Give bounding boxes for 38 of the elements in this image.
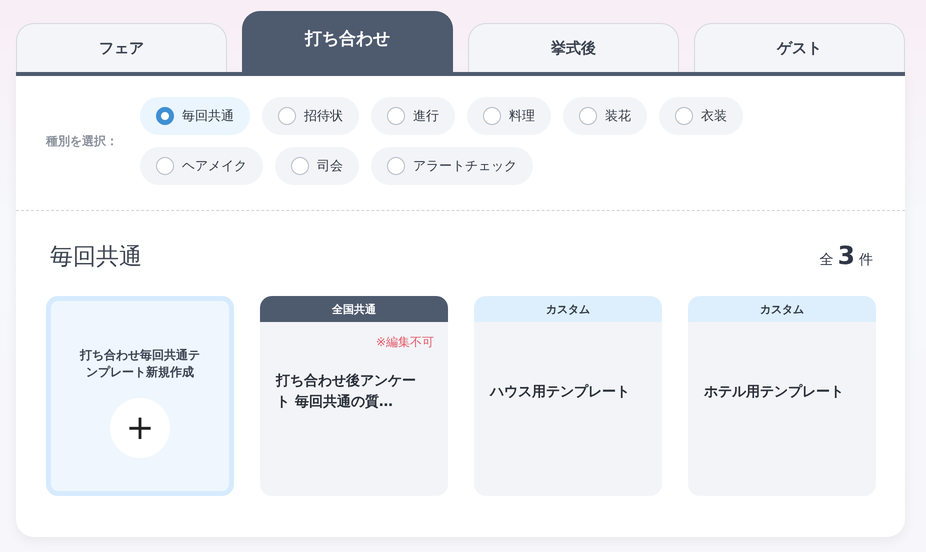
template-title: 打ち合わせ後アンケート 毎回共通の質… bbox=[276, 372, 416, 412]
template-card[interactable]: カスタム ハウス用テンプレート bbox=[474, 296, 662, 496]
create-template-card[interactable]: 打ち合わせ毎回共通テンプレート新規作成 + bbox=[46, 296, 234, 496]
radio-icon bbox=[387, 107, 405, 125]
radio-icon bbox=[156, 107, 174, 125]
edit-restriction-note: ※編集不可 bbox=[376, 334, 434, 351]
filter-label: 種別を選択： bbox=[46, 132, 119, 150]
radio-icon bbox=[291, 157, 309, 175]
category-option[interactable]: アラートチェック bbox=[371, 147, 533, 185]
template-card[interactable]: カスタム ホテル用テンプレート bbox=[688, 296, 876, 496]
category-option[interactable]: 招待状 bbox=[262, 97, 359, 135]
radio-icon bbox=[579, 107, 597, 125]
category-option[interactable]: 料理 bbox=[467, 97, 551, 135]
template-type-label: カスタム bbox=[688, 296, 876, 322]
template-title: ホテル用テンプレート bbox=[704, 383, 844, 402]
radio-icon bbox=[675, 107, 693, 125]
template-type-label: 全国共通 bbox=[260, 296, 448, 322]
count-prefix: 全 bbox=[820, 251, 834, 269]
category-option[interactable]: 進行 bbox=[371, 97, 455, 135]
count-number: 3 bbox=[838, 241, 855, 270]
category-option[interactable]: 装花 bbox=[563, 97, 647, 135]
template-type-label: カスタム bbox=[474, 296, 662, 322]
tab[interactable]: ゲスト bbox=[694, 23, 905, 72]
radio-icon bbox=[156, 157, 174, 175]
category-option[interactable]: 衣装 bbox=[659, 97, 743, 135]
category-option[interactable]: 司会 bbox=[275, 147, 359, 185]
tab[interactable]: フェア bbox=[16, 23, 227, 72]
category-option[interactable]: 毎回共通 bbox=[140, 97, 250, 135]
radio-icon bbox=[278, 107, 296, 125]
radio-icon bbox=[483, 107, 501, 125]
tab[interactable]: 打ち合わせ bbox=[242, 11, 453, 72]
section-title: 毎回共通 bbox=[50, 243, 142, 272]
radio-icon bbox=[387, 157, 405, 175]
tab[interactable]: 挙式後 bbox=[468, 23, 679, 72]
template-card[interactable]: 全国共通 ※編集不可 打ち合わせ後アンケート 毎回共通の質… bbox=[260, 296, 448, 496]
count-suffix: 件 bbox=[859, 251, 873, 269]
category-option[interactable]: ヘアメイク bbox=[140, 147, 263, 185]
template-title: ハウス用テンプレート bbox=[490, 383, 630, 402]
